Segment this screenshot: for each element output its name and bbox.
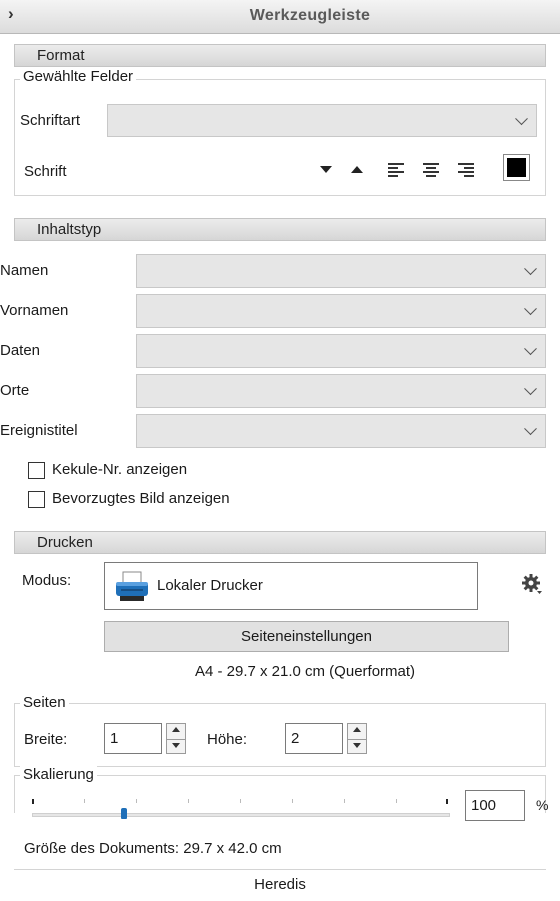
font-label: Schriftart <box>20 112 81 129</box>
chevron-down-icon <box>524 302 537 316</box>
height-stepper[interactable] <box>347 723 367 754</box>
dates-select[interactable] <box>136 334 546 368</box>
slider-tick <box>396 799 397 803</box>
chevron-down-icon <box>524 342 537 356</box>
align-left-button[interactable] <box>388 163 404 177</box>
slider-thumb[interactable] <box>120 808 127 819</box>
names-select[interactable] <box>136 254 546 288</box>
font-select[interactable] <box>107 104 537 137</box>
dates-label: Daten <box>0 342 41 359</box>
align-center-icon <box>423 163 439 177</box>
height-input[interactable]: 2 <box>285 723 343 754</box>
content-type-header-label: Inhaltstyp <box>37 221 102 238</box>
print-section-header[interactable]: Drucken <box>14 531 546 554</box>
places-select[interactable] <box>136 374 546 408</box>
slider-tick <box>84 799 85 803</box>
scaling-slider[interactable] <box>32 796 450 822</box>
print-mode-value: Lokaler Drucker <box>157 577 263 594</box>
width-stepper[interactable] <box>166 723 186 754</box>
stepper-up[interactable] <box>348 724 366 739</box>
chevron-down-icon <box>524 382 537 396</box>
page-setup-button[interactable]: Seiteneinstellungen <box>104 621 509 652</box>
first-names-label: Vornamen <box>0 302 69 319</box>
document-size: Größe des Dokuments: 29.7 x 42.0 cm <box>24 840 282 857</box>
toolbar-title: Werkzeugleiste <box>249 7 371 24</box>
format-section-header[interactable]: Format <box>14 44 546 67</box>
selected-fields-group: Gewählte Felder <box>14 68 546 196</box>
chevron-down-icon <box>524 262 537 276</box>
scaling-input[interactable]: 100 <box>465 790 525 821</box>
arrow-up-icon <box>172 727 180 732</box>
increase-font-button[interactable] <box>347 160 367 180</box>
pages-group: Seiten <box>14 694 546 767</box>
arrow-up-icon <box>353 727 361 732</box>
first-names-select[interactable] <box>136 294 546 328</box>
divider <box>14 869 546 870</box>
slider-track <box>32 813 450 817</box>
align-right-icon <box>458 163 474 177</box>
percent-unit: % <box>536 797 549 813</box>
chevron-down-icon <box>524 422 537 436</box>
stepper-down[interactable] <box>167 738 185 754</box>
printer-icon <box>116 571 148 601</box>
preferred-image-checkbox[interactable] <box>28 491 45 508</box>
height-label: Höhe: <box>207 731 248 748</box>
event-titles-select[interactable] <box>136 414 546 448</box>
align-right-button[interactable] <box>458 163 474 177</box>
print-header-label: Drucken <box>37 534 93 551</box>
kekule-checkbox-label[interactable]: Kekule-Nr. anzeigen <box>52 461 187 478</box>
paper-info: A4 - 29.7 x 21.0 cm (Querformat) <box>194 663 416 680</box>
width-input[interactable]: 1 <box>104 723 162 754</box>
format-header-label: Format <box>37 47 85 64</box>
slider-tick <box>292 799 293 803</box>
slider-tick <box>136 799 137 803</box>
pages-legend: Seiten <box>20 694 69 711</box>
print-mode-select[interactable]: Lokaler Drucker <box>104 562 478 610</box>
names-label: Namen <box>0 262 49 279</box>
arrow-down-icon <box>172 742 180 748</box>
arrow-down-icon <box>353 742 361 748</box>
stepper-up[interactable] <box>167 724 185 739</box>
gear-icon[interactable] <box>521 573 543 595</box>
width-label: Breite: <box>24 731 68 748</box>
slider-tick <box>188 799 189 803</box>
triangle-down-icon <box>320 166 332 173</box>
kekule-checkbox[interactable] <box>28 462 45 479</box>
stepper-down[interactable] <box>348 738 366 754</box>
text-style-label: Schrift <box>24 163 67 180</box>
decrease-font-button[interactable] <box>316 160 336 180</box>
slider-tick <box>446 799 448 804</box>
places-label: Orte <box>0 382 30 399</box>
toolbar-titlebar: › Werkzeugleiste <box>0 0 560 34</box>
align-center-button[interactable] <box>423 163 439 177</box>
preferred-image-checkbox-label[interactable]: Bevorzugtes Bild anzeigen <box>52 490 230 507</box>
mode-label: Modus: <box>22 572 72 589</box>
scaling-legend: Skalierung <box>20 766 97 783</box>
triangle-up-icon <box>351 166 363 173</box>
align-left-icon <box>388 163 404 177</box>
content-type-section-header[interactable]: Inhaltstyp <box>14 218 546 241</box>
app-name: Heredis <box>254 876 306 893</box>
selected-fields-legend: Gewählte Felder <box>20 68 137 85</box>
slider-tick <box>32 799 34 804</box>
color-swatch <box>507 158 526 177</box>
event-titles-label: Ereignistitel <box>0 422 78 439</box>
slider-tick <box>344 799 345 803</box>
slider-tick <box>240 799 241 803</box>
chevron-down-icon <box>515 111 528 125</box>
text-color-button[interactable] <box>503 154 530 181</box>
